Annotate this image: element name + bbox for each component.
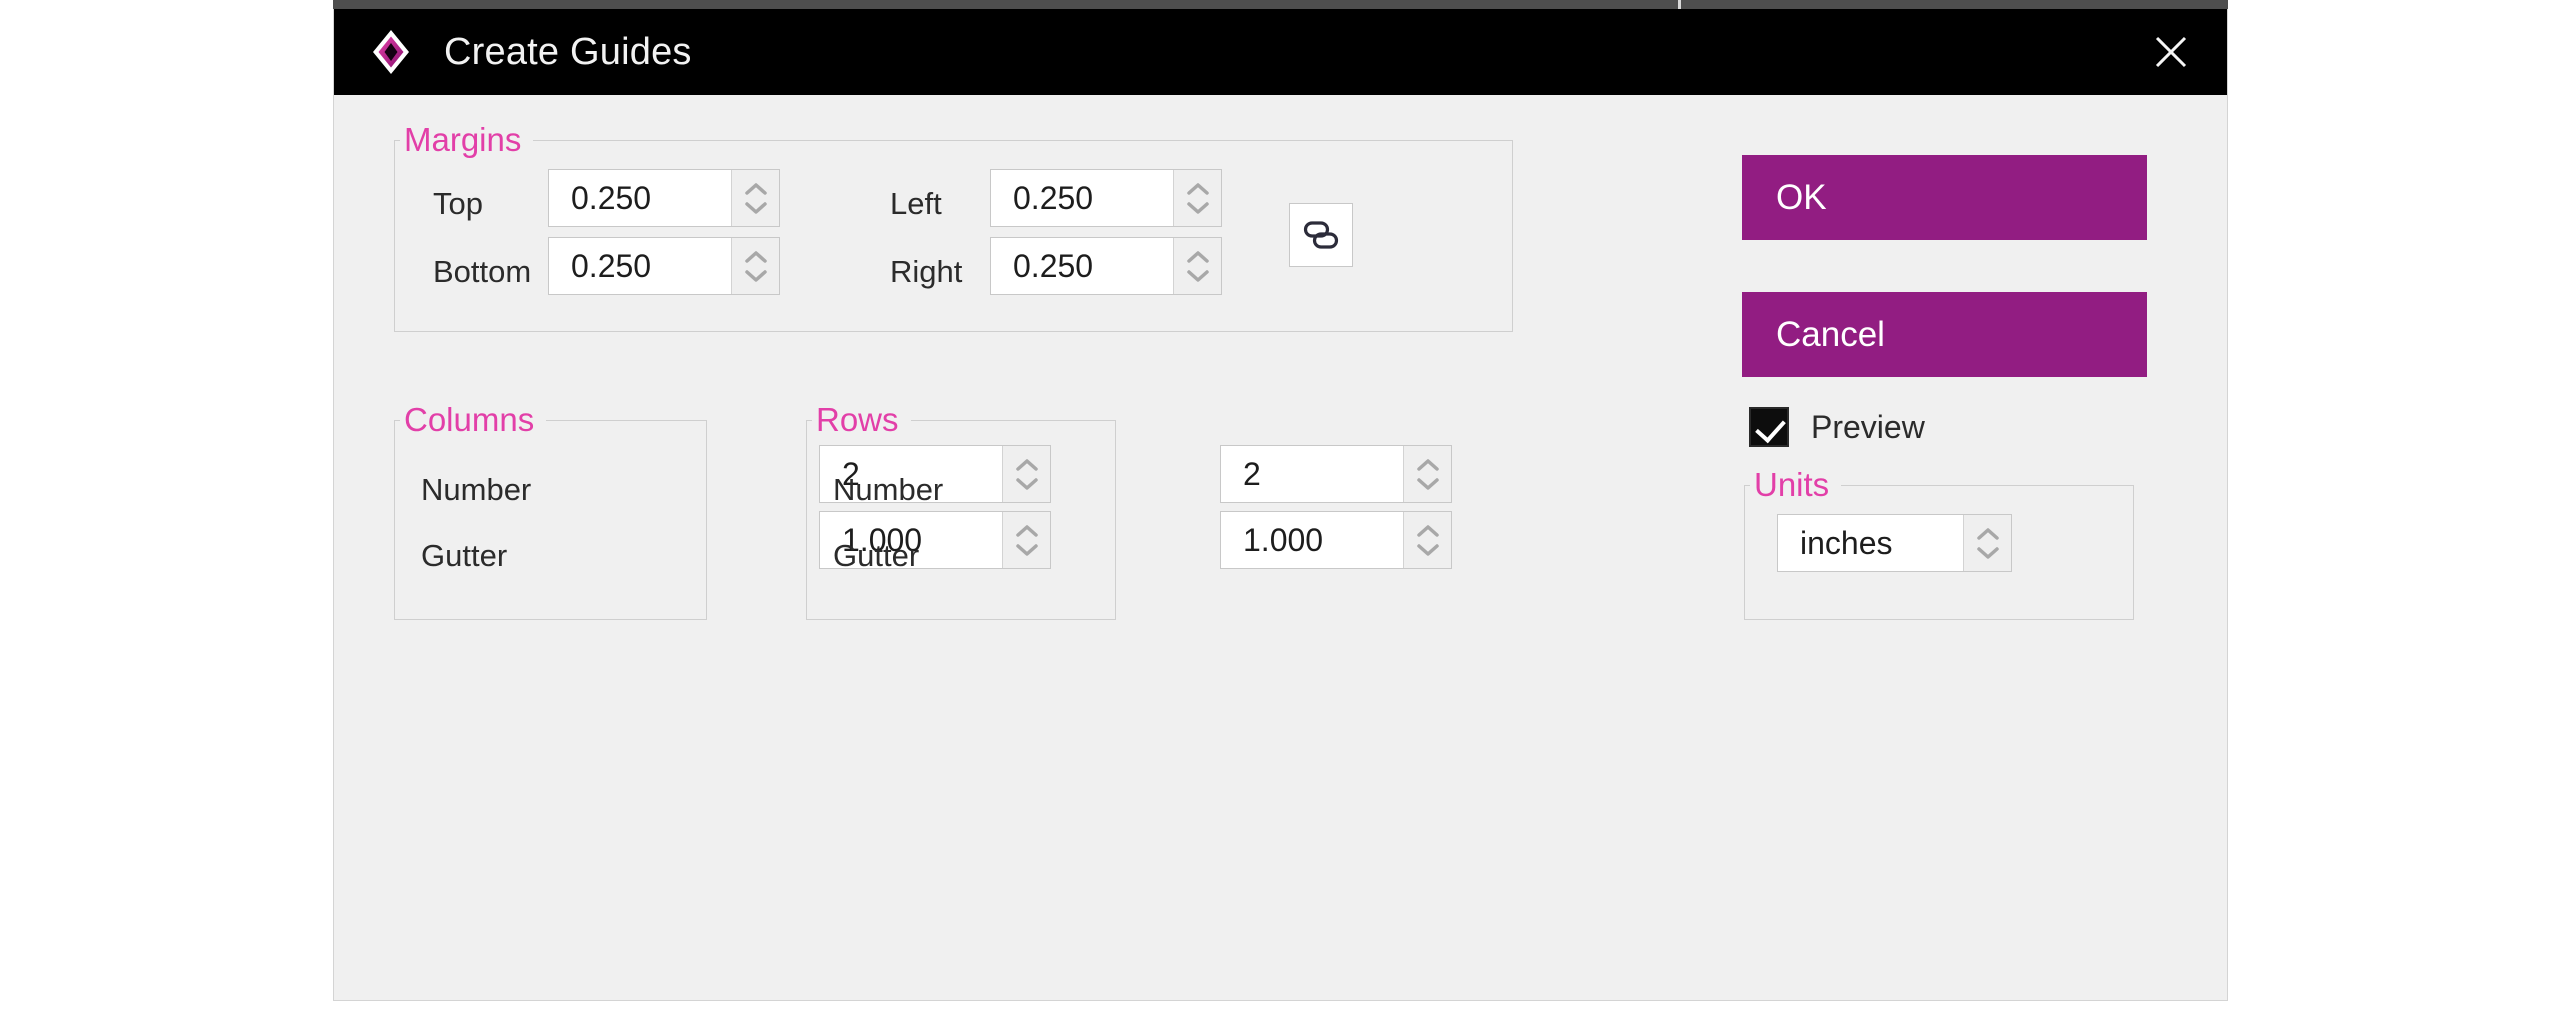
chevron-down-icon: [1976, 546, 1999, 559]
units-stepper[interactable]: [1963, 515, 2011, 571]
preview-label: Preview: [1811, 408, 1925, 445]
margin-top-stepper[interactable]: [731, 170, 779, 226]
units-input[interactable]: [1778, 515, 1963, 571]
preview-checkbox[interactable]: [1749, 407, 1789, 447]
chevron-down-icon: [1186, 201, 1209, 214]
margin-bottom-input[interactable]: [549, 238, 731, 294]
chevron-up-icon: [744, 250, 767, 263]
link-margins-button[interactable]: [1289, 203, 1353, 267]
margin-left-label: Left: [890, 186, 942, 221]
rows-number-input[interactable]: [1221, 446, 1403, 502]
columns-gutter-label: Gutter: [421, 538, 508, 573]
columns-legend: Columns: [400, 400, 547, 440]
preview-checkbox-row[interactable]: Preview: [1749, 407, 1925, 447]
rows-gutter-spinner[interactable]: [1220, 511, 1452, 569]
units-legend: Units: [1750, 465, 1842, 505]
rows-gutter-label: Gutter: [833, 538, 920, 573]
chevron-up-icon: [1186, 182, 1209, 195]
chevron-up-icon: [1416, 458, 1439, 471]
chevron-up-icon: [1416, 524, 1439, 537]
margins-frame: Top Bottom: [394, 140, 1513, 332]
chevron-down-icon: [744, 269, 767, 282]
dialog-body: Margins Top Bottom: [334, 95, 2227, 1000]
cancel-button[interactable]: Cancel: [1742, 292, 2147, 377]
rows-frame: Number Gutter: [806, 420, 1116, 620]
rows-number-label: Number: [833, 472, 944, 507]
margin-right-input[interactable]: [991, 238, 1173, 294]
margin-left-stepper[interactable]: [1173, 170, 1221, 226]
chevron-up-icon: [1976, 527, 1999, 540]
screen: Create Guides Margins Top 0.250 Bottom 0…: [0, 0, 2560, 1017]
link-icon: [1303, 221, 1339, 249]
margin-left-spinner[interactable]: [990, 169, 1222, 227]
chevron-down-icon: [1186, 269, 1209, 282]
chevron-up-icon: [744, 182, 767, 195]
margin-right-stepper[interactable]: [1173, 238, 1221, 294]
rows-legend: Rows: [812, 400, 911, 440]
rows-gutter-stepper[interactable]: [1403, 512, 1451, 568]
margins-group: Margins Top Bottom: [394, 120, 1513, 332]
chevron-up-icon: [1186, 250, 1209, 263]
columns-group: Columns Number Gutter: [394, 400, 707, 620]
chevron-down-icon: [744, 201, 767, 214]
ok-button[interactable]: OK: [1742, 155, 2147, 240]
margin-top-input[interactable]: [549, 170, 731, 226]
units-frame: [1744, 485, 2134, 620]
margin-left-input[interactable]: [991, 170, 1173, 226]
columns-number-label: Number: [421, 472, 532, 507]
margin-right-label: Right: [890, 254, 963, 289]
app-background-toolbar-divider: [1678, 0, 1681, 9]
close-icon[interactable]: [2143, 24, 2199, 80]
margin-top-label: Top: [433, 186, 483, 221]
margin-bottom-stepper[interactable]: [731, 238, 779, 294]
margin-bottom-spinner[interactable]: [548, 237, 780, 295]
chevron-down-icon: [1416, 477, 1439, 490]
chevron-down-icon: [1416, 543, 1439, 556]
dialog-title: Create Guides: [444, 30, 692, 73]
rows-number-stepper[interactable]: [1403, 446, 1451, 502]
units-group: Units: [1744, 465, 2134, 620]
units-spinner[interactable]: [1777, 514, 2012, 572]
rows-gutter-input[interactable]: [1221, 512, 1403, 568]
affinity-diamond-icon: [368, 29, 414, 75]
rows-number-spinner[interactable]: [1220, 445, 1452, 503]
margin-bottom-label: Bottom: [433, 254, 532, 289]
columns-frame: Number Gutter: [394, 420, 707, 620]
dialog-titlebar: Create Guides: [334, 9, 2227, 95]
rows-group: Rows Number Gutter: [806, 400, 1116, 620]
create-guides-dialog: Create Guides Margins Top 0.250 Bottom 0…: [333, 9, 2228, 1001]
app-background-toolbar-strip: [333, 0, 2228, 9]
margins-legend: Margins: [400, 120, 534, 160]
margin-right-spinner[interactable]: [990, 237, 1222, 295]
margin-top-spinner[interactable]: [548, 169, 780, 227]
